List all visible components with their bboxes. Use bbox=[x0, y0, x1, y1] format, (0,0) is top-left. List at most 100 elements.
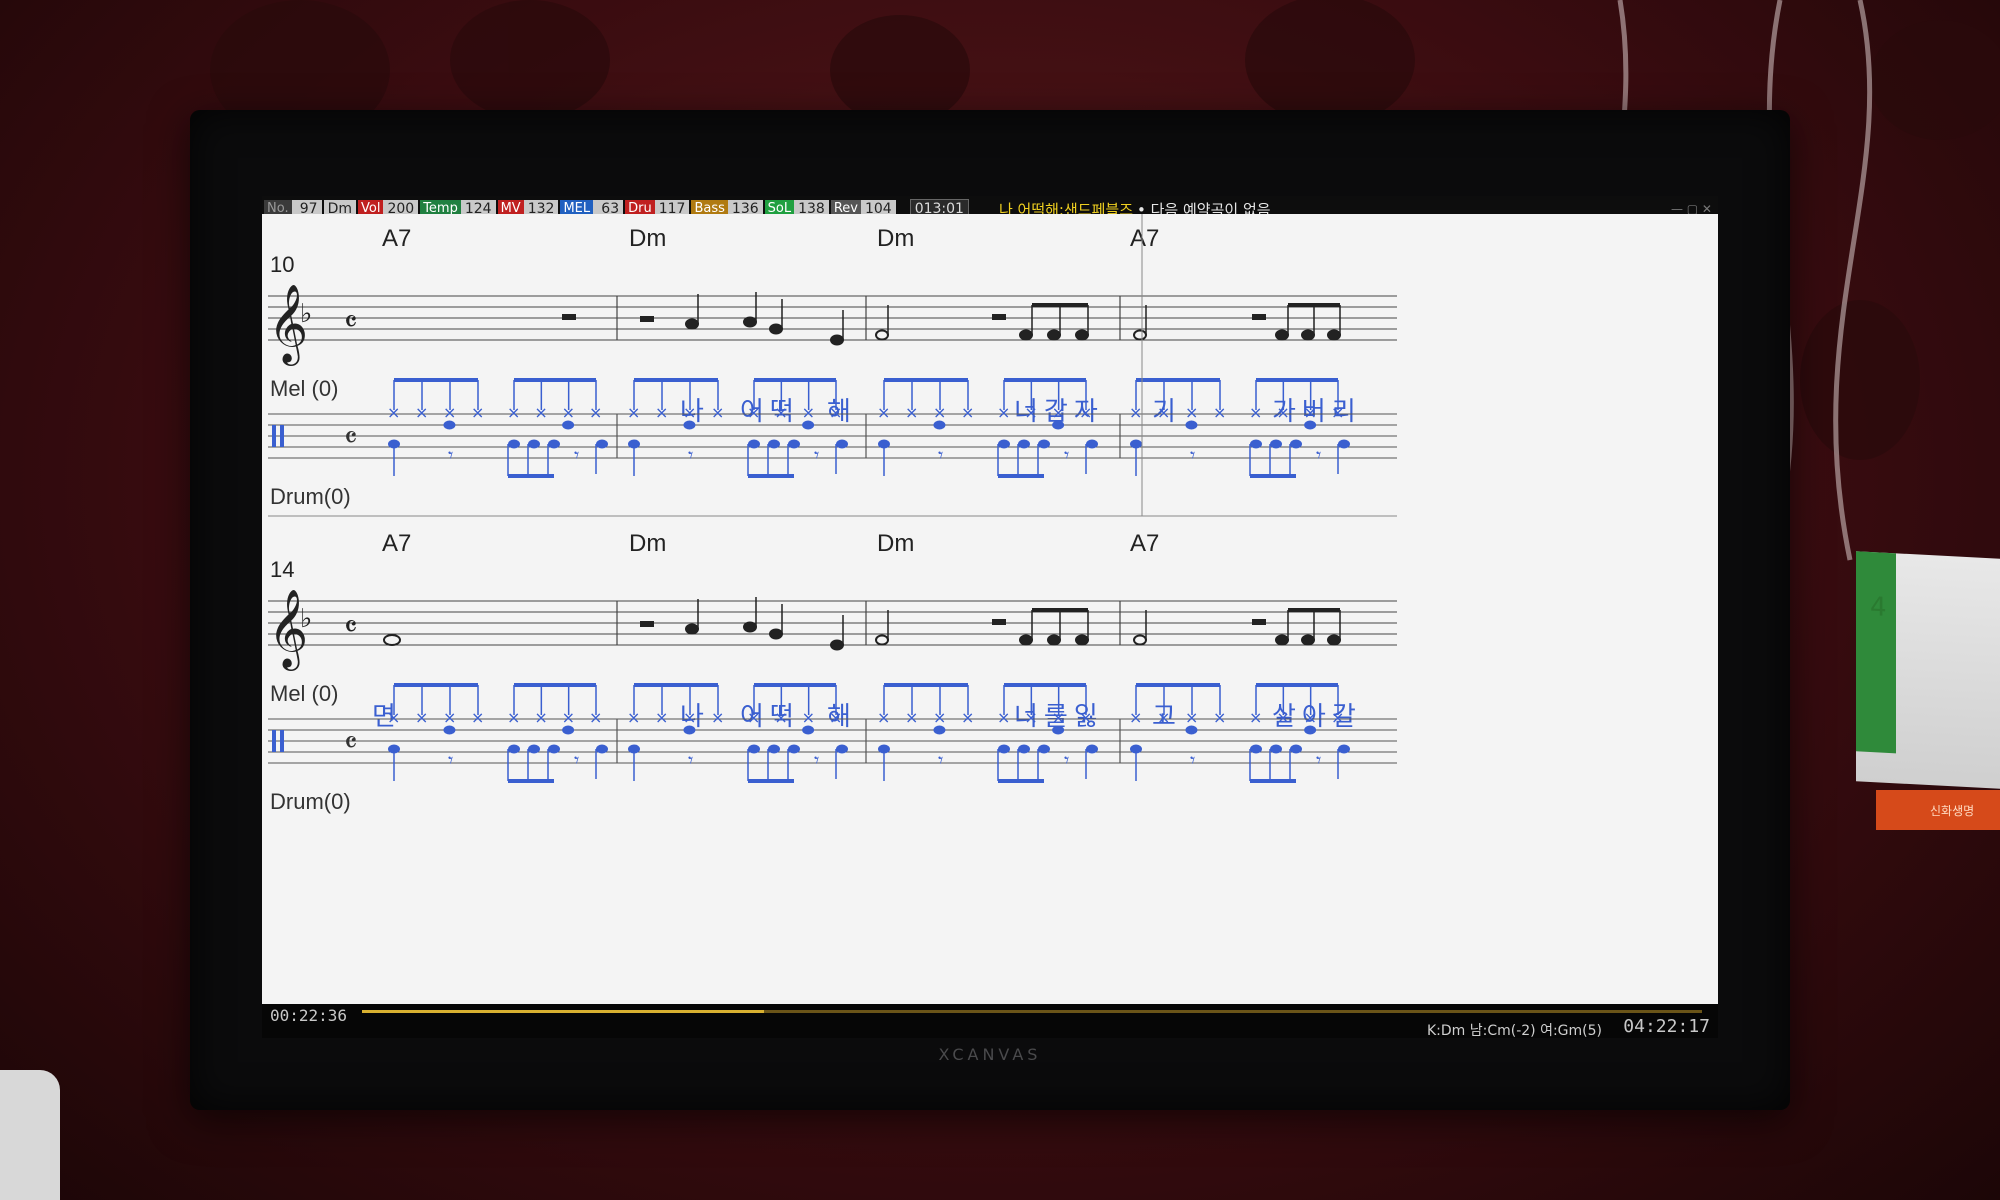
chord-label: Dm bbox=[877, 530, 914, 557]
drum-rest-icon: 𝄾 bbox=[688, 443, 693, 467]
chord-label: Dm bbox=[629, 225, 666, 252]
flat-icon: ♭ bbox=[300, 299, 312, 329]
drum-beam bbox=[1004, 378, 1086, 382]
note-head bbox=[1275, 329, 1289, 341]
note-head bbox=[1019, 329, 1033, 341]
box-label: 신화생명 bbox=[1930, 804, 1975, 818]
drum-rest-icon: 𝄾 bbox=[1190, 443, 1195, 467]
drum-rest-icon: 𝄾 bbox=[1316, 443, 1321, 467]
drum-beam bbox=[514, 378, 596, 382]
snare-note bbox=[1052, 725, 1065, 735]
hihat-x-icon: × bbox=[627, 403, 640, 422]
percussion-clef-icon bbox=[280, 730, 284, 752]
percussion-clef-icon bbox=[280, 425, 284, 447]
hihat-x-icon: × bbox=[933, 403, 946, 422]
kick-note bbox=[998, 744, 1010, 754]
drum-beam bbox=[1256, 683, 1338, 687]
drum-beam bbox=[394, 378, 478, 382]
hihat-x-icon: × bbox=[387, 708, 400, 727]
drum-beam bbox=[1136, 683, 1220, 687]
hihat-x-icon: × bbox=[747, 403, 760, 422]
note-head bbox=[1019, 634, 1033, 646]
rest-icon bbox=[992, 314, 1006, 320]
percussion-clef-icon bbox=[272, 730, 276, 752]
drum-beam bbox=[1004, 683, 1086, 687]
hihat-x-icon: × bbox=[877, 403, 890, 422]
hihat-x-icon: × bbox=[1157, 708, 1170, 727]
chord-label: Dm bbox=[629, 530, 666, 557]
snare-note bbox=[802, 725, 815, 735]
key-info: K:Dm 남:Cm(-2) 여:Gm(5) bbox=[1426, 1023, 1602, 1038]
hihat-x-icon: × bbox=[774, 403, 787, 422]
hihat-x-icon: × bbox=[1052, 403, 1065, 422]
hihat-x-icon: × bbox=[961, 403, 974, 422]
progress-bar[interactable] bbox=[362, 1010, 1702, 1013]
note-head bbox=[1275, 634, 1289, 646]
drum-beam bbox=[1136, 378, 1220, 382]
hihat-x-icon: × bbox=[829, 403, 842, 422]
kick-beam bbox=[1250, 474, 1296, 478]
rest-icon bbox=[992, 619, 1006, 625]
kick-note bbox=[1338, 744, 1350, 754]
hihat-x-icon: × bbox=[471, 708, 484, 727]
common-time-icon: 𝄴 bbox=[344, 305, 357, 340]
measure-number: 14 bbox=[270, 557, 294, 582]
hihat-x-icon: × bbox=[1079, 403, 1092, 422]
hihat-x-icon: × bbox=[415, 403, 428, 422]
drum-label: Drum(0) bbox=[270, 484, 351, 509]
drum-rest-icon: 𝄾 bbox=[1190, 748, 1195, 772]
measure-number: 10 bbox=[270, 252, 294, 277]
drum-rest-icon: 𝄾 bbox=[814, 748, 819, 772]
hihat-x-icon: × bbox=[507, 403, 520, 422]
drum-beam bbox=[884, 683, 968, 687]
hihat-x-icon: × bbox=[683, 403, 696, 422]
kick-note bbox=[548, 744, 560, 754]
kick-note bbox=[508, 439, 520, 449]
vase bbox=[0, 1070, 60, 1200]
note-head bbox=[830, 639, 844, 651]
kick-note bbox=[1250, 439, 1262, 449]
drum-rest-icon: 𝄾 bbox=[574, 748, 579, 772]
hihat-x-icon: × bbox=[997, 403, 1010, 422]
kick-note bbox=[768, 744, 780, 754]
kick-note bbox=[1018, 439, 1030, 449]
hihat-x-icon: × bbox=[387, 403, 400, 422]
kick-note bbox=[1086, 744, 1098, 754]
hihat-x-icon: × bbox=[802, 708, 815, 727]
note-beam bbox=[1288, 608, 1340, 612]
hihat-x-icon: × bbox=[1129, 708, 1142, 727]
note-head bbox=[383, 634, 401, 646]
melody-label: Mel (0) bbox=[270, 376, 338, 401]
kick-note bbox=[1338, 439, 1350, 449]
rest-icon bbox=[1252, 314, 1266, 320]
elapsed-time: 00:22:36 bbox=[270, 1006, 348, 1025]
note-head bbox=[743, 621, 757, 633]
kick-beam bbox=[748, 779, 794, 783]
drum-label: Drum(0) bbox=[270, 789, 351, 814]
drum-beam bbox=[884, 378, 968, 382]
hihat-x-icon: × bbox=[443, 403, 456, 422]
hihat-x-icon: × bbox=[507, 708, 520, 727]
snare-note bbox=[1304, 725, 1317, 735]
note-head bbox=[769, 323, 783, 335]
kick-beam bbox=[508, 474, 554, 478]
hihat-x-icon: × bbox=[1024, 403, 1037, 422]
hihat-x-icon: × bbox=[1331, 403, 1344, 422]
hihat-x-icon: × bbox=[1129, 403, 1142, 422]
kick-note bbox=[1270, 439, 1282, 449]
note-head bbox=[1047, 329, 1061, 341]
chord-label: Dm bbox=[877, 225, 914, 252]
common-time-icon: 𝄴 bbox=[344, 421, 357, 456]
snare-note bbox=[562, 420, 575, 430]
monitor-brand: XCANVAS bbox=[938, 1045, 1042, 1064]
kick-note bbox=[1290, 744, 1302, 754]
snare-note bbox=[562, 725, 575, 735]
snare-note bbox=[443, 725, 456, 735]
kick-note bbox=[998, 439, 1010, 449]
note-head bbox=[875, 329, 889, 341]
kick-note bbox=[528, 744, 540, 754]
score-system: A7 Dm Dm A714𝄞♭ 𝄴Mel (0)면 나 어떡 해 너를잃 고 살아갈𝄴× × × × × × ×… bbox=[268, 530, 1397, 814]
kick-note bbox=[596, 744, 608, 754]
hihat-x-icon: × bbox=[655, 403, 668, 422]
hihat-x-icon: × bbox=[1276, 708, 1289, 727]
